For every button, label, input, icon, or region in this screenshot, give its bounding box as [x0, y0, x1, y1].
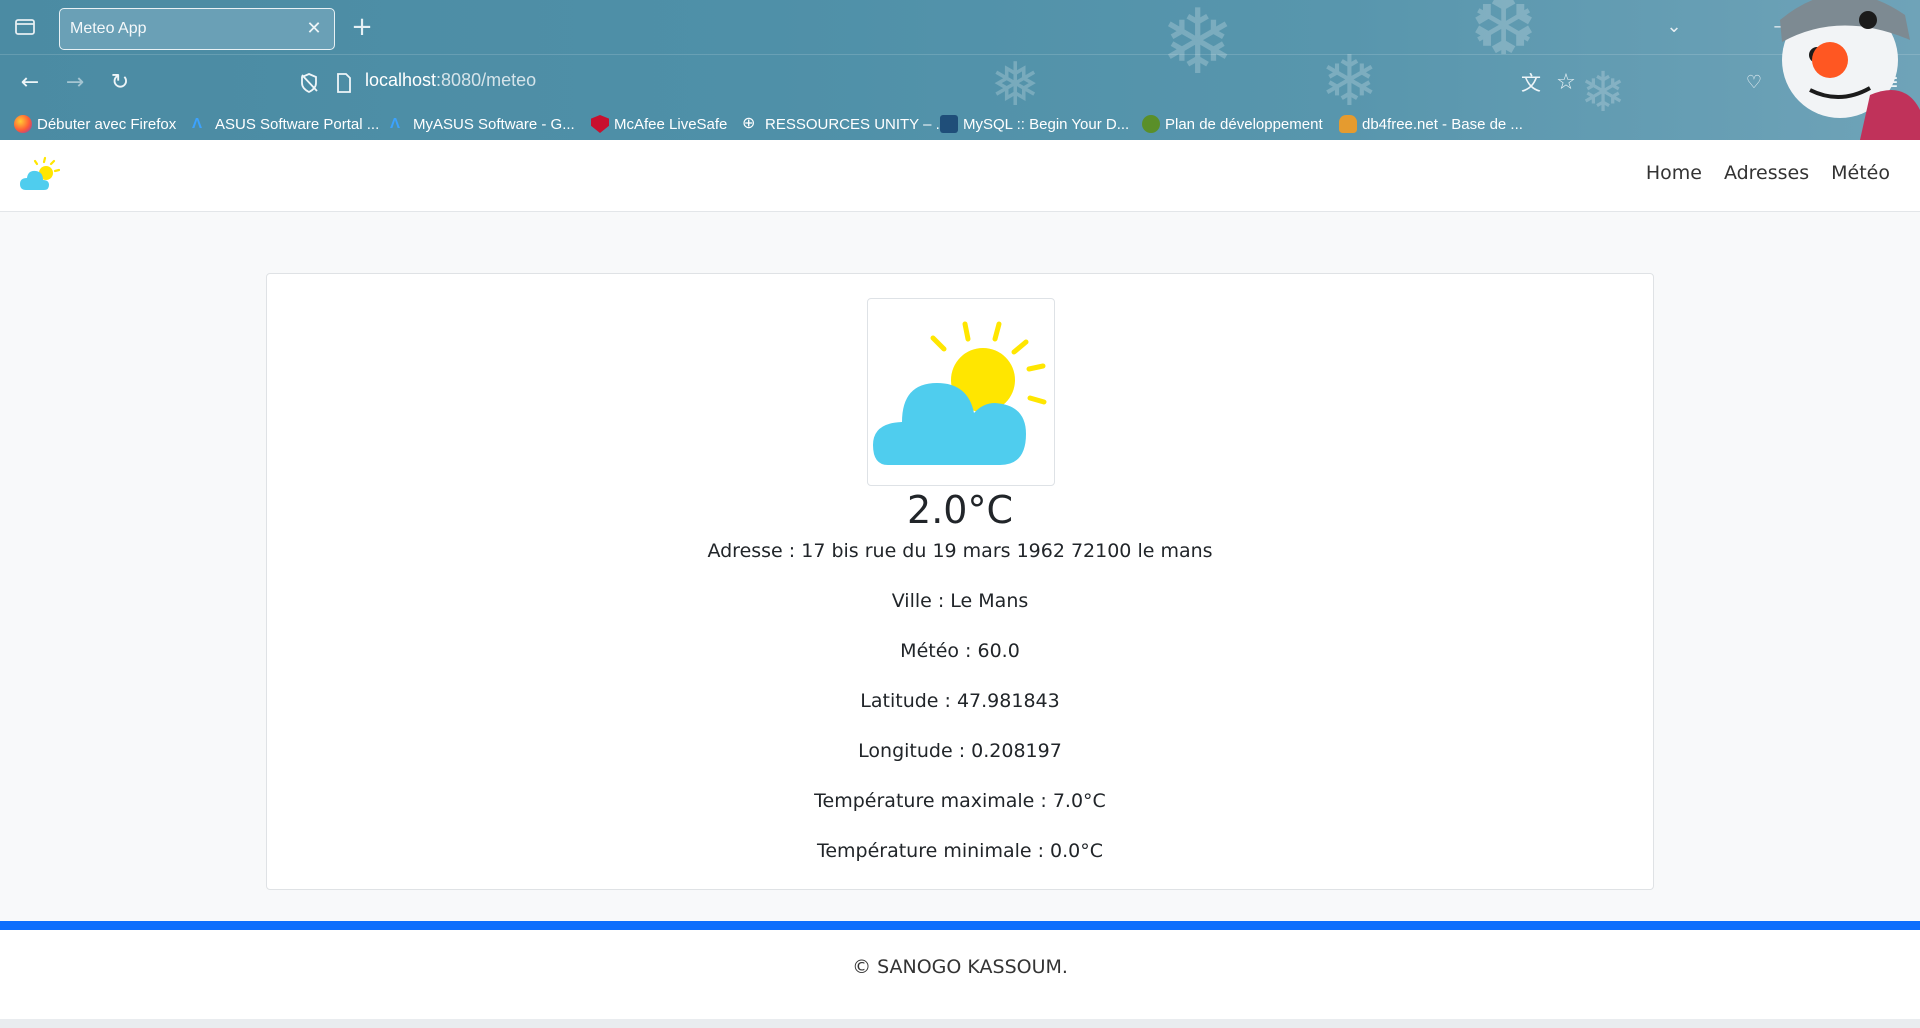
- current-temperature: 2.0°C: [907, 488, 1013, 532]
- browser-chrome: ❄ ❄ ❅ ❆ ❄ Meteo App ✕ + ⌄ – ❐ ✕ ← → ↻: [0, 0, 1920, 140]
- firefox-icon: [14, 115, 32, 133]
- asus-icon: Λ: [192, 115, 203, 132]
- browser-toolbar: ← → ↻ localhost:8080/meteo 文 ☆ ♡ ⇩ ✚ ≡: [0, 54, 1920, 108]
- mcafee-icon: [591, 115, 609, 133]
- mysql-icon: [940, 115, 958, 133]
- bookmark-label: RESSOURCES UNITY – ...: [765, 115, 949, 133]
- nav-home-link[interactable]: Home: [1646, 162, 1702, 184]
- nav-addresses-link[interactable]: Adresses: [1724, 162, 1809, 184]
- bookmark-item[interactable]: Λ MyASUS Software - G...: [390, 113, 575, 135]
- bookmark-label: Plan de développement: [1165, 115, 1323, 133]
- bookmark-label: Débuter avec Firefox: [37, 115, 177, 133]
- latitude-line: Latitude : 47.981843: [860, 690, 1060, 712]
- partly-cloudy-icon: [873, 321, 1047, 465]
- bookmark-label: db4free.net - Base de ...: [1362, 115, 1523, 133]
- tab-bar: Meteo App ✕ + ⌄ – ❐ ✕: [0, 0, 1920, 54]
- tab-list-button[interactable]: [12, 14, 38, 40]
- tab-list-icon: [15, 19, 35, 35]
- bookmark-item[interactable]: Λ ASUS Software Portal ...: [192, 113, 379, 135]
- bookmark-label: MySQL :: Begin Your D...: [963, 115, 1130, 133]
- new-tab-button[interactable]: +: [347, 12, 377, 42]
- bookmark-label: ASUS Software Portal ...: [215, 115, 380, 133]
- footer-copyright: © SANOGO KASSOUM.: [852, 956, 1068, 978]
- url-path: :8080/meteo: [436, 70, 537, 90]
- weather-logo-icon[interactable]: [18, 156, 60, 196]
- tracking-protection-icon[interactable]: [293, 67, 325, 99]
- reload-icon[interactable]: ↻: [104, 67, 136, 99]
- footer: © SANOGO KASSOUM.: [0, 930, 1920, 1020]
- bookmark-item[interactable]: Débuter avec Firefox: [14, 113, 176, 135]
- nav-weather-link[interactable]: Météo: [1831, 162, 1890, 184]
- site-nav-links: Home Adresses Météo: [1646, 162, 1890, 184]
- tab-title: Meteo App: [70, 20, 147, 37]
- footer-accent-bar: [0, 921, 1920, 930]
- weather-code-line: Météo : 60.0: [900, 640, 1020, 662]
- bookmark-item[interactable]: McAfee LiveSafe: [591, 113, 727, 135]
- max-temperature-line: Température maximale : 7.0°C: [814, 790, 1106, 812]
- globe-icon: ⊕: [742, 115, 756, 132]
- asus-icon: Λ: [390, 115, 401, 132]
- address-line: Adresse : 17 bis rue du 19 mars 1962 721…: [707, 540, 1213, 562]
- translate-icon[interactable]: 文: [1515, 67, 1547, 99]
- plan-icon: [1142, 115, 1160, 133]
- weather-card: 2.0°C Adresse : 17 bis rue du 19 mars 19…: [266, 273, 1654, 890]
- snowman-theme-decoration: [1780, 0, 1920, 140]
- list-all-tabs-icon[interactable]: ⌄: [1660, 14, 1688, 40]
- min-temperature-line: Température minimale : 0.0°C: [816, 840, 1104, 862]
- bookmark-item[interactable]: ⊕ RESSOURCES UNITY – ...: [742, 113, 948, 135]
- page-info-icon[interactable]: [328, 67, 360, 99]
- db4free-icon: [1339, 115, 1357, 133]
- weather-image: [867, 298, 1055, 486]
- active-tab[interactable]: Meteo App ✕: [59, 8, 335, 50]
- site-navbar: Home Adresses Météo: [0, 140, 1920, 212]
- longitude-line: Longitude : 0.208197: [858, 740, 1062, 762]
- back-icon[interactable]: ←: [14, 67, 46, 99]
- bookmark-item[interactable]: Plan de développement: [1142, 113, 1323, 135]
- bookmark-label: McAfee LiveSafe: [614, 115, 728, 133]
- close-tab-icon[interactable]: ✕: [302, 17, 326, 41]
- bookmark-item[interactable]: db4free.net - Base de ...: [1339, 113, 1523, 135]
- bookmark-item[interactable]: MySQL :: Begin Your D...: [940, 113, 1129, 135]
- bookmarks-toolbar: Débuter avec Firefox Λ ASUS Software Por…: [0, 108, 1920, 140]
- address-bar[interactable]: localhost:8080/meteo: [365, 70, 536, 91]
- bookmark-label: MyASUS Software - G...: [413, 115, 575, 133]
- forward-icon[interactable]: →: [59, 67, 91, 99]
- bookmark-star-icon[interactable]: ☆: [1550, 67, 1582, 99]
- city-line: Ville : Le Mans: [891, 590, 1029, 612]
- url-host: localhost: [365, 70, 437, 90]
- status-strip: [0, 1019, 1920, 1028]
